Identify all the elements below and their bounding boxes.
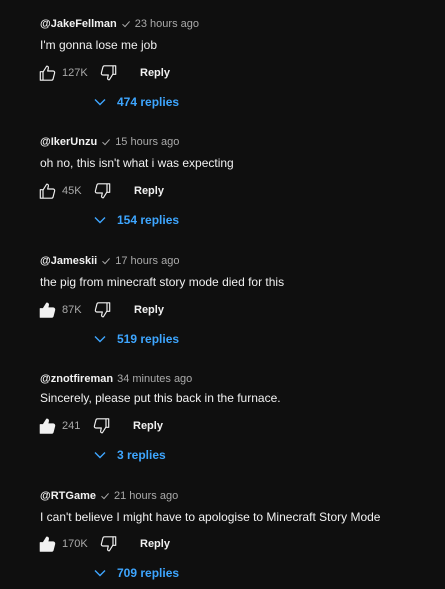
like-count: 45K [62, 185, 82, 197]
replies-count-label: 3 replies [117, 448, 166, 462]
comment-header: @znotfireman 34 minutes ago [40, 372, 192, 386]
comment-item: @IkerUnzu 15 hours ago oh no, this isn't… [0, 118, 445, 236]
thumbs-down-icon[interactable] [93, 182, 112, 200]
comment-author[interactable]: @IkerUnzu [40, 136, 97, 148]
view-replies-button[interactable]: 474 replies [93, 93, 179, 111]
thumbs-down-icon[interactable] [93, 301, 112, 319]
thumbs-up-icon[interactable] [38, 301, 57, 319]
comment-timestamp[interactable]: 15 hours ago [115, 136, 179, 148]
comment-author[interactable]: @Jameskii [40, 255, 97, 267]
check-icon [102, 258, 111, 265]
thumbs-up-icon[interactable] [38, 182, 57, 200]
thumbs-up-icon[interactable] [38, 64, 57, 82]
comment-text: Sincerely, please put this back in the f… [40, 391, 281, 405]
view-replies-button[interactable]: 154 replies [93, 211, 179, 229]
check-icon [102, 139, 111, 146]
comment-header: @IkerUnzu 15 hours ago [40, 135, 179, 149]
chevron-down-icon [94, 217, 106, 224]
reply-button[interactable]: Reply [134, 185, 164, 197]
comment-timestamp[interactable]: 23 hours ago [135, 18, 199, 30]
thumbs-down-icon[interactable] [99, 64, 118, 82]
reply-button[interactable]: Reply [140, 538, 170, 550]
view-replies-button[interactable]: 3 replies [93, 446, 166, 464]
comment-header: @RTGame 21 hours ago [40, 489, 178, 503]
comment-item: @znotfireman 34 minutes ago Sincerely, p… [0, 354, 445, 472]
thumbs-up-icon[interactable] [38, 535, 57, 553]
comment-header: @Jameskii 17 hours ago [40, 254, 179, 268]
comment-text: oh no, this isn't what i was expecting [40, 156, 234, 170]
reply-button[interactable]: Reply [134, 304, 164, 316]
comment-actions: 45K Reply [38, 180, 438, 202]
comment-actions: 241 Reply [38, 415, 438, 437]
like-count: 241 [62, 420, 81, 432]
comment-author[interactable]: @RTGame [40, 490, 96, 502]
comment-actions: 127K Reply [38, 62, 438, 84]
thumbs-down-icon[interactable] [99, 535, 118, 553]
comment-text: I'm gonna lose me job [40, 38, 158, 52]
like-count: 127K [62, 67, 88, 79]
replies-count-label: 474 replies [117, 95, 180, 109]
comment-text: the pig from minecraft story mode died f… [40, 275, 285, 289]
comment-author[interactable]: @JakeFellman [40, 18, 117, 30]
view-replies-button[interactable]: 519 replies [93, 330, 179, 348]
check-icon [121, 21, 130, 28]
replies-count-label: 519 replies [117, 332, 180, 346]
reply-button[interactable]: Reply [140, 67, 170, 79]
comment-timestamp[interactable]: 17 hours ago [115, 255, 179, 267]
view-replies-button[interactable]: 709 replies [93, 564, 179, 582]
comment-author[interactable]: @znotfireman [40, 373, 113, 385]
comment-item: @JakeFellman 23 hours ago I'm gonna lose… [0, 0, 445, 118]
chevron-down-icon [94, 99, 106, 106]
replies-count-label: 154 replies [117, 213, 180, 227]
comment-actions: 170K Reply [38, 533, 438, 555]
comment-item: @Jameskii 17 hours ago the pig from mine… [0, 237, 445, 355]
thumbs-up-icon[interactable] [38, 417, 57, 435]
comment-header: @JakeFellman 23 hours ago [40, 17, 199, 31]
like-count: 170K [62, 538, 88, 550]
comment-text: I can't believe I might have to apologis… [40, 510, 381, 524]
chevron-down-icon [94, 336, 106, 343]
check-icon [101, 493, 109, 500]
comment-item: @RTGame 21 hours ago I can't believe I m… [0, 471, 445, 589]
comment-actions: 87K Reply [38, 299, 438, 321]
comment-timestamp[interactable]: 21 hours ago [114, 490, 178, 502]
chevron-down-icon [94, 452, 106, 459]
comment-timestamp[interactable]: 34 minutes ago [117, 373, 192, 385]
thumbs-down-icon[interactable] [92, 417, 111, 435]
like-count: 87K [62, 304, 82, 316]
chevron-down-icon [94, 570, 106, 577]
reply-button[interactable]: Reply [133, 420, 163, 432]
replies-count-label: 709 replies [117, 566, 180, 580]
